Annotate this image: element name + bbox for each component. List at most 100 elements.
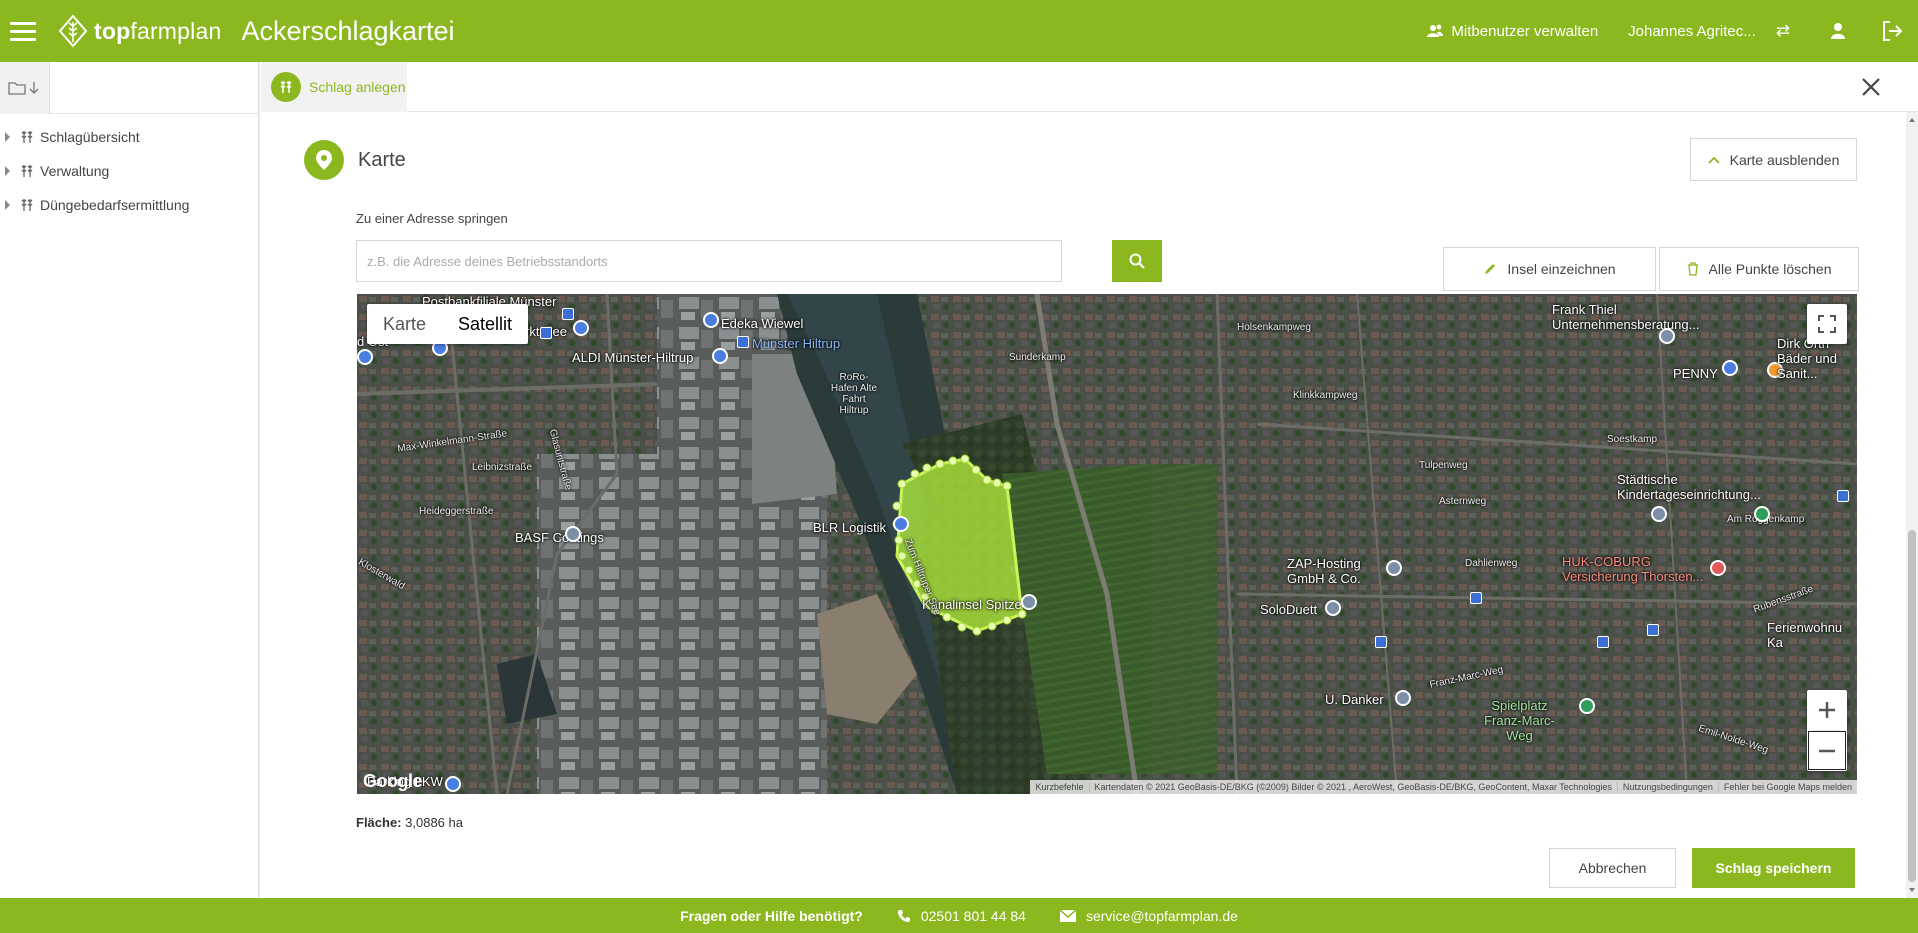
place-pin-icon[interactable] bbox=[1659, 328, 1675, 344]
bus-stop-icon[interactable] bbox=[1597, 636, 1609, 648]
folder-sort-icon[interactable] bbox=[0, 61, 50, 114]
map-label: Leibnizstraße bbox=[472, 462, 533, 473]
pencil-icon bbox=[1485, 264, 1496, 274]
map-label: Ferienwohnu Ka bbox=[1767, 620, 1843, 650]
close-icon[interactable] bbox=[1858, 74, 1884, 100]
place-pin-icon[interactable] bbox=[1325, 600, 1341, 616]
sidebar-item-label: Düngebedarfsermittlung bbox=[40, 197, 190, 213]
share-users-button[interactable]: Mitbenutzer verwalten bbox=[1427, 23, 1598, 40]
area-label: Fläche: bbox=[356, 815, 402, 830]
map-label: Münster Hiltrup bbox=[752, 336, 841, 351]
save-field-button[interactable]: Schlag speichern bbox=[1692, 848, 1855, 888]
footer: Fragen oder Hilfe benötigt? 02501 801 44… bbox=[0, 898, 1918, 933]
cancel-button[interactable]: Abbrechen bbox=[1549, 848, 1676, 888]
place-pin-icon[interactable] bbox=[1710, 560, 1726, 576]
map-label: SoloDuett bbox=[1260, 602, 1318, 617]
draw-island-button[interactable]: Insel einzeichnen bbox=[1443, 247, 1656, 291]
delete-all-points-button[interactable]: Alle Punkte löschen bbox=[1659, 247, 1859, 291]
hide-map-button[interactable]: Karte ausblenden bbox=[1690, 138, 1857, 181]
trash-icon bbox=[1687, 262, 1698, 276]
bus-stop-icon[interactable] bbox=[562, 308, 574, 320]
expand-caret-icon[interactable] bbox=[5, 200, 10, 210]
map-type-toggle: Karte Satellit bbox=[367, 304, 529, 344]
user-switch[interactable]: Johannes Agritec... ⇄ bbox=[1628, 21, 1790, 41]
map-type-karte[interactable]: Karte bbox=[367, 304, 442, 344]
sidebar-item-duengebedarfsermittlung[interactable]: Düngebedarfsermittlung bbox=[0, 188, 258, 222]
bus-stop-icon[interactable] bbox=[1837, 490, 1849, 502]
report-error-link[interactable]: Fehler bei Google Maps melden bbox=[1719, 782, 1857, 792]
shopping-bag-pin-icon[interactable] bbox=[893, 516, 909, 532]
address-search-input[interactable]: z.B. die Adresse deines Betriebsstandort… bbox=[356, 240, 1062, 282]
logout-icon[interactable] bbox=[1866, 20, 1918, 42]
scrollbar[interactable] bbox=[1906, 112, 1918, 898]
place-pin-icon[interactable] bbox=[1395, 690, 1411, 706]
hide-map-label: Karte ausblenden bbox=[1729, 151, 1840, 168]
place-pin-icon[interactable] bbox=[1386, 560, 1402, 576]
expand-caret-icon[interactable] bbox=[5, 132, 10, 142]
scroll-up-icon[interactable] bbox=[1909, 118, 1915, 122]
shopping-cart-pin-icon[interactable] bbox=[712, 348, 728, 364]
sidebar: Schlagübersicht Verwaltung Düngebedarfse… bbox=[0, 61, 259, 898]
map-label: Spielplatz Franz-Marc-Weg bbox=[1484, 698, 1555, 743]
location-pin-icon bbox=[304, 140, 344, 180]
map-label: Heideggerstraße bbox=[419, 506, 494, 517]
bus-stop-icon[interactable] bbox=[540, 327, 552, 339]
satellite-map[interactable]: Postbankfiliale Münster Marktallee d Ost… bbox=[357, 294, 1857, 794]
sidebar-item-label: Verwaltung bbox=[40, 163, 110, 179]
scroll-down-icon[interactable] bbox=[1909, 888, 1915, 892]
swap-icon[interactable]: ⇄ bbox=[1776, 21, 1790, 41]
phone-contact[interactable]: 02501 801 44 84 bbox=[897, 908, 1026, 924]
section-header: Karte bbox=[304, 140, 406, 180]
chevron-up-icon bbox=[1707, 156, 1720, 164]
wheat-logo-icon bbox=[58, 14, 88, 48]
map-label: PENNY bbox=[1673, 366, 1718, 381]
keyboard-shortcuts-link[interactable]: Kurzbefehle bbox=[1030, 782, 1090, 792]
shopping-bag-pin-icon[interactable] bbox=[573, 320, 589, 336]
zoom-out-button[interactable] bbox=[1808, 731, 1846, 770]
top-bar: topfarmplan Ackerschlagkartei Mitbenutze… bbox=[0, 0, 1918, 62]
fullscreen-icon[interactable] bbox=[1807, 304, 1847, 344]
terms-link[interactable]: Nutzungsbedingungen bbox=[1618, 782, 1719, 792]
map-label: Edeka Wiewel bbox=[721, 316, 804, 331]
shopping-cart-pin-icon[interactable] bbox=[703, 312, 719, 328]
tab-schlag-anlegen[interactable]: Schlag anlegen bbox=[261, 62, 407, 112]
scrollbar-thumb[interactable] bbox=[1908, 530, 1916, 882]
profile-icon[interactable] bbox=[1810, 23, 1866, 39]
email-address: service@topfarmplan.de bbox=[1085, 907, 1238, 924]
help-question: Fragen oder Hilfe benötigt? bbox=[680, 907, 863, 924]
parking-pin-icon[interactable] bbox=[445, 776, 461, 792]
map-label: Tulpenweg bbox=[1419, 460, 1468, 471]
search-button[interactable] bbox=[1112, 240, 1162, 282]
map-label: Dahlienweg bbox=[1465, 558, 1518, 569]
email-contact[interactable]: service@topfarmplan.de bbox=[1059, 907, 1238, 924]
map-type-satellit[interactable]: Satellit bbox=[442, 304, 528, 344]
expand-caret-icon[interactable] bbox=[5, 166, 10, 176]
delete-all-points-label: Alle Punkte löschen bbox=[1708, 261, 1832, 277]
logo[interactable]: topfarmplan bbox=[58, 14, 221, 48]
zoom-in-button[interactable] bbox=[1807, 690, 1847, 730]
place-pin-icon[interactable] bbox=[565, 526, 581, 542]
sidebar-item-schlaguebersicht[interactable]: Schlagübersicht bbox=[0, 120, 258, 154]
logo-text: topfarmplan bbox=[94, 17, 222, 44]
wheat-icon bbox=[20, 164, 34, 178]
sidebar-item-verwaltung[interactable]: Verwaltung bbox=[0, 154, 258, 188]
map-label: BLR Logistik bbox=[813, 520, 886, 535]
minus-icon bbox=[1819, 749, 1835, 752]
bus-stop-icon[interactable] bbox=[1470, 592, 1482, 604]
wheat-icon bbox=[20, 198, 34, 212]
park-pin-icon[interactable] bbox=[1579, 698, 1595, 714]
bus-stop-icon[interactable] bbox=[1375, 636, 1387, 648]
draw-island-label: Insel einzeichnen bbox=[1507, 261, 1616, 277]
park-pin-icon[interactable] bbox=[1754, 506, 1770, 522]
euro-pin-icon[interactable] bbox=[357, 349, 373, 365]
bus-stop-icon[interactable] bbox=[1647, 624, 1659, 636]
tab-bar: Schlag anlegen bbox=[260, 62, 1918, 112]
app-title: Ackerschlagkartei bbox=[241, 15, 455, 46]
place-pin-icon[interactable] bbox=[1021, 594, 1037, 610]
place-pin-icon[interactable] bbox=[1651, 506, 1667, 522]
train-station-icon[interactable] bbox=[737, 336, 749, 348]
menu-icon[interactable] bbox=[0, 0, 46, 62]
map-label: RoRo-Hafen Alte Fahrt Hiltrup bbox=[830, 372, 878, 416]
shopping-cart-pin-icon[interactable] bbox=[1722, 360, 1738, 376]
wheat-icon bbox=[271, 72, 301, 102]
